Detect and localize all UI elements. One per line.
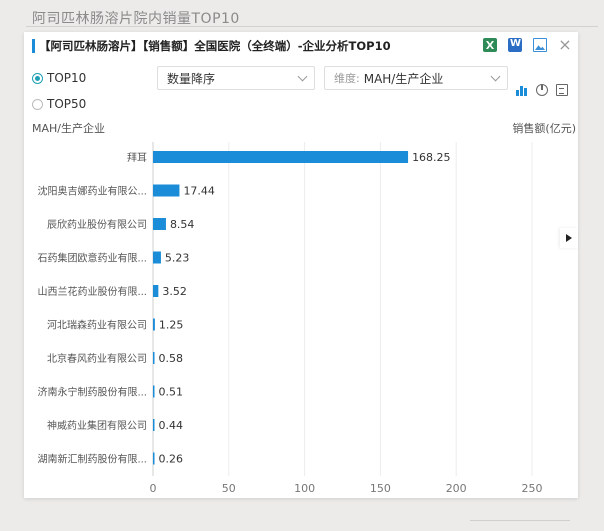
bar[interactable] xyxy=(153,352,155,364)
y-category-label: 沈阳奥吉娜药业有限公... xyxy=(37,185,147,198)
dimension-select-value: MAH/生产企业 xyxy=(363,71,444,86)
bar[interactable] xyxy=(153,285,159,297)
chart-type-toolbar xyxy=(516,84,568,96)
title-accent-bar xyxy=(32,39,35,53)
y-category-label: 神威药业集团有限公司 xyxy=(47,419,147,432)
bar[interactable] xyxy=(153,385,155,398)
x-tick-label: 200 xyxy=(446,482,467,495)
radio-top10-label: TOP10 xyxy=(47,71,87,85)
bar[interactable] xyxy=(153,184,180,197)
y-category-label: 拜耳 xyxy=(127,152,147,164)
y-category-label: 河北瑞森药业有限公司 xyxy=(47,319,147,332)
dimension-prefix: 维度: xyxy=(334,72,360,85)
word-icon[interactable] xyxy=(508,38,522,52)
close-icon[interactable]: × xyxy=(558,37,572,53)
y-category-label: 北京春风药业有限公司 xyxy=(47,352,147,365)
bar-chart: 0 50 100 150 200 250 拜耳 168.25 沈阳奥吉娜药业有限公... 17.4… xyxy=(37,142,543,495)
table-icon[interactable] xyxy=(556,84,568,96)
panel-title: 【阿司匹林肠溶片】【销售额】全国医院（全终端）-企业分析TOP10 xyxy=(39,39,391,53)
chevron-down-icon xyxy=(490,71,501,82)
bar-value-label: 0.44 xyxy=(159,419,184,432)
bar-value-label: 0.58 xyxy=(159,352,184,365)
bar[interactable] xyxy=(153,419,155,431)
header-toolbar: × xyxy=(483,37,572,53)
radio-unselected-icon[interactable] xyxy=(32,98,43,110)
sort-select[interactable]: 数量降序 xyxy=(157,66,315,90)
x-tick-label: 0 xyxy=(150,482,157,495)
sort-select-value: 数量降序 xyxy=(167,71,216,86)
bar-value-label: 3.52 xyxy=(162,285,187,298)
radio-top10[interactable]: TOP10 xyxy=(32,71,86,85)
y-category-label: 辰欣药业股份有限公司 xyxy=(47,218,147,231)
x-tick-label: 100 xyxy=(294,482,315,495)
bar-value-label: 168.25 xyxy=(412,151,451,164)
y-category-label: 济南永宁制药股份有限... xyxy=(37,386,147,399)
bar-value-label: 8.54 xyxy=(170,218,195,231)
bar[interactable] xyxy=(153,151,409,163)
bar[interactable] xyxy=(153,218,166,230)
dimension-select[interactable]: 维度: MAH/生产企业 xyxy=(324,66,508,90)
bar[interactable] xyxy=(153,251,161,264)
radio-selected-icon[interactable] xyxy=(32,72,43,84)
x-tick-label: 250 xyxy=(522,482,543,495)
bar-value-label: 0.26 xyxy=(159,453,184,466)
excel-icon[interactable] xyxy=(483,38,497,52)
radio-top50-label: TOP50 xyxy=(47,97,87,111)
bar[interactable] xyxy=(153,452,155,465)
bar-value-label: 0.51 xyxy=(159,386,184,399)
page-title: 阿司匹林肠溶片院内销量TOP10 xyxy=(32,11,240,27)
bar-value-label: 5.23 xyxy=(165,252,190,265)
radio-top50[interactable]: TOP50 xyxy=(32,97,86,111)
panel-header: 【阿司匹林肠溶片】【销售额】全国医院（全终端）-企业分析TOP10 × xyxy=(24,32,578,60)
bar-value-label: 17.44 xyxy=(183,185,215,198)
y-category-label: 山西兰花药业股份有限... xyxy=(37,285,147,298)
bottom-divider xyxy=(470,520,570,521)
chart-panel: 【阿司匹林肠溶片】【销售额】全国医院（全终端）-企业分析TOP10 × TOP1… xyxy=(24,32,578,498)
x-tick-label: 150 xyxy=(370,482,391,495)
title-divider xyxy=(26,26,598,27)
x-tick-label: 50 xyxy=(222,482,236,495)
bar-value-label: 1.25 xyxy=(159,319,184,332)
bar-chart-icon[interactable] xyxy=(516,84,528,96)
bar[interactable] xyxy=(153,318,155,331)
chevron-down-icon xyxy=(297,71,308,82)
scroll-right-arrow-icon[interactable] xyxy=(560,228,578,248)
pie-chart-icon[interactable] xyxy=(536,84,548,96)
image-icon[interactable] xyxy=(533,38,547,52)
y-category-label: 石药集团欧意药业有限... xyxy=(37,252,147,265)
y-category-label: 湖南新汇制药股份有限... xyxy=(37,453,147,466)
